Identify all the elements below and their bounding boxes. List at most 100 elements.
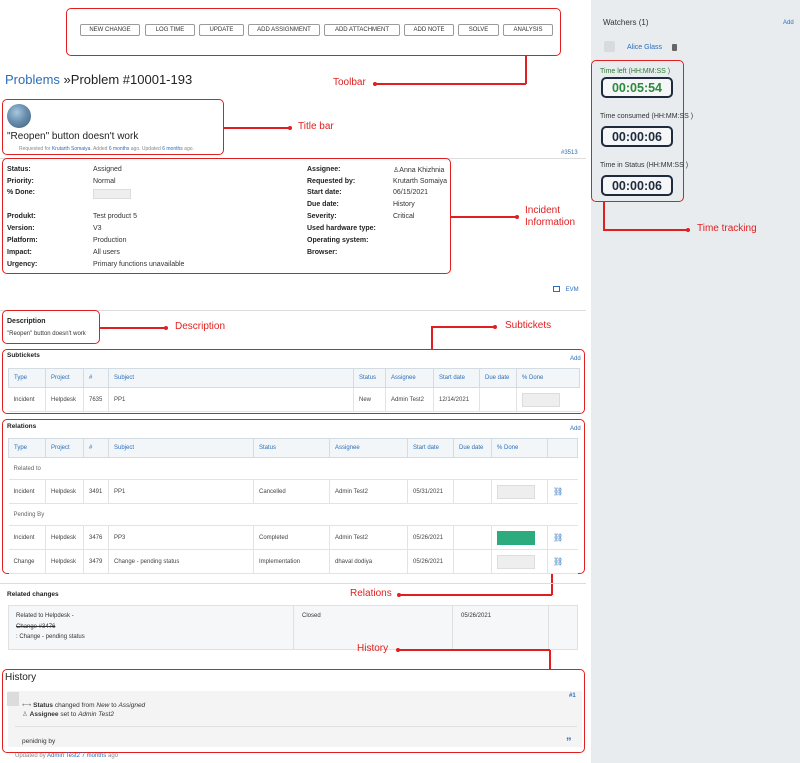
cell-id[interactable]: 7635: [83, 387, 109, 412]
done-progress-bar: [93, 189, 131, 199]
footer-ago-link[interactable]: 7 months: [82, 753, 107, 759]
relation-group-label: Related to: [8, 457, 578, 480]
time-consumed-timer: 00:00:06: [601, 126, 673, 147]
info-label: Requested by:: [307, 178, 356, 185]
cell-subject[interactable]: PP3: [108, 525, 254, 550]
cell-status: Cancelled: [253, 479, 330, 504]
column-header[interactable]: #: [83, 438, 109, 458]
column-header[interactable]: Due date: [453, 438, 492, 458]
solve-button[interactable]: SOLVE: [458, 24, 499, 36]
chart-icon: [553, 286, 560, 292]
unlink-icon[interactable]: ⛓: [553, 533, 563, 542]
breadcrumb-problems-link[interactable]: Problems: [5, 72, 60, 87]
column-header[interactable]: Start date: [433, 368, 480, 388]
subtickets-callout-line: [431, 326, 433, 350]
incident-information-callout: Incident Information: [525, 205, 576, 228]
time-consumed-label: Time consumed (HH:MM:SS ): [600, 113, 694, 120]
cell-project: Helpdesk: [45, 549, 84, 574]
column-header[interactable]: Start date: [407, 438, 454, 458]
column-header[interactable]: Project: [45, 368, 84, 388]
cell-id[interactable]: 3476: [83, 525, 109, 550]
requester-link[interactable]: Krutarth Somaiya: [52, 146, 91, 152]
add-relation-link[interactable]: Add: [570, 426, 581, 432]
column-header[interactable]: Due date: [479, 368, 517, 388]
quote-icon[interactable]: ”: [566, 736, 572, 748]
cell-subject[interactable]: PP1: [108, 387, 354, 412]
footer-user-link[interactable]: Admin Test2: [47, 753, 80, 759]
column-header-actions: [547, 438, 578, 458]
column-header[interactable]: #: [83, 368, 109, 388]
log-time-button[interactable]: LOG TIME: [145, 24, 195, 36]
description-text: "Reopen" button doesn't work: [7, 331, 86, 337]
info-label: Urgency:: [7, 261, 38, 268]
column-header[interactable]: Type: [8, 438, 46, 458]
column-header[interactable]: Subject: [108, 438, 254, 458]
add-assignment-button[interactable]: ADD ASSIGNMENT: [248, 24, 320, 36]
divider: [0, 583, 586, 584]
new-change-button[interactable]: NEW CHANGE: [80, 24, 140, 36]
column-header[interactable]: % Done: [516, 368, 580, 388]
table-row[interactable]: Change Helpdesk 3479 Change - pending st…: [8, 549, 578, 574]
cell-id[interactable]: 3491: [83, 479, 109, 504]
cell-start: 05/26/2021: [407, 549, 454, 574]
add-note-button[interactable]: ADD NOTE: [404, 24, 454, 36]
cell-project: Helpdesk: [45, 479, 84, 504]
progress-bar: [497, 530, 535, 545]
meta-requested-for: Requested for: [19, 146, 51, 152]
title-bar-callout-dot: [288, 126, 292, 130]
column-header[interactable]: Assignee: [329, 438, 408, 458]
cell-type: Change: [8, 549, 46, 574]
cell-subject[interactable]: Change - pending status: [108, 549, 254, 574]
add-attachment-button[interactable]: ADD ATTACHMENT: [324, 24, 400, 36]
watcher-link[interactable]: Alice Glass: [627, 44, 662, 51]
requested-by-value: Krutarth Somaiya: [393, 178, 448, 185]
cell-id[interactable]: 3479: [83, 549, 109, 574]
related-change-link[interactable]: Change #3476: [16, 624, 55, 630]
column-header[interactable]: Status: [253, 438, 330, 458]
time-tracking-callout-dot: [686, 228, 690, 232]
add-subticket-link[interactable]: Add: [570, 356, 581, 362]
progress-bar: [497, 554, 535, 569]
cell-subject[interactable]: PP1: [108, 479, 254, 504]
column-header[interactable]: Subject: [108, 368, 354, 388]
add-watcher-link[interactable]: Add: [783, 20, 794, 26]
table-row[interactable]: Incident Helpdesk 3491 PP1 Cancelled Adm…: [8, 479, 578, 504]
evm-link[interactable]: EVM: [553, 286, 579, 293]
relations-title: Relations: [7, 423, 37, 430]
incident-callout-dot: [515, 215, 519, 219]
description-callout-dot: [164, 326, 168, 330]
table-row[interactable]: Incident Helpdesk 7635 PP1 New Admin Tes…: [8, 387, 580, 412]
column-header[interactable]: Project: [45, 438, 84, 458]
title-bar-callout-line: [224, 127, 290, 129]
ticket-ref-link[interactable]: #3513: [561, 150, 578, 156]
history-entry-number[interactable]: #1: [569, 693, 576, 699]
relation-group-label: Pending By: [8, 503, 578, 526]
column-header[interactable]: Status: [353, 368, 386, 388]
subtickets-table: Type Project # Subject Status Assignee S…: [8, 368, 580, 412]
time-left-label: Time left (HH:MM:SS ): [600, 68, 671, 75]
updated-ago-link[interactable]: 6 months: [162, 146, 183, 152]
time-tracking-callout: Time tracking: [697, 223, 757, 234]
trash-icon[interactable]: [672, 44, 677, 51]
analysis-button[interactable]: ANALYSIS: [503, 24, 553, 36]
cell-done: [491, 549, 548, 574]
watchers-title: Watchers (1): [603, 18, 649, 27]
breadcrumb-separator: »: [63, 72, 71, 87]
unlink-icon[interactable]: ⛓: [553, 557, 563, 566]
cell-assignee: dhaval dodiya: [329, 549, 408, 574]
column-header[interactable]: % Done: [491, 438, 548, 458]
column-header[interactable]: Assignee: [385, 368, 434, 388]
cell-done: [491, 479, 548, 504]
added-ago-link[interactable]: 6 months: [109, 146, 130, 152]
cell-start: 12/14/2021: [433, 387, 480, 412]
breadcrumb: Problems »Problem #10001-193: [5, 72, 192, 87]
unlink-icon[interactable]: ⛓: [553, 487, 563, 496]
info-label: % Done:: [7, 189, 35, 196]
assignee-link[interactable]: ♙Anna Khizhnia: [393, 166, 444, 174]
related-change-date: 05/26/2021: [461, 613, 492, 619]
update-button[interactable]: UPDATE: [199, 24, 244, 36]
table-row[interactable]: Incident Helpdesk 3476 PP3 Completed Adm…: [8, 525, 578, 550]
due-date-history-link[interactable]: History: [393, 201, 415, 208]
column-header[interactable]: Type: [8, 368, 46, 388]
description-highlight: [2, 310, 100, 344]
